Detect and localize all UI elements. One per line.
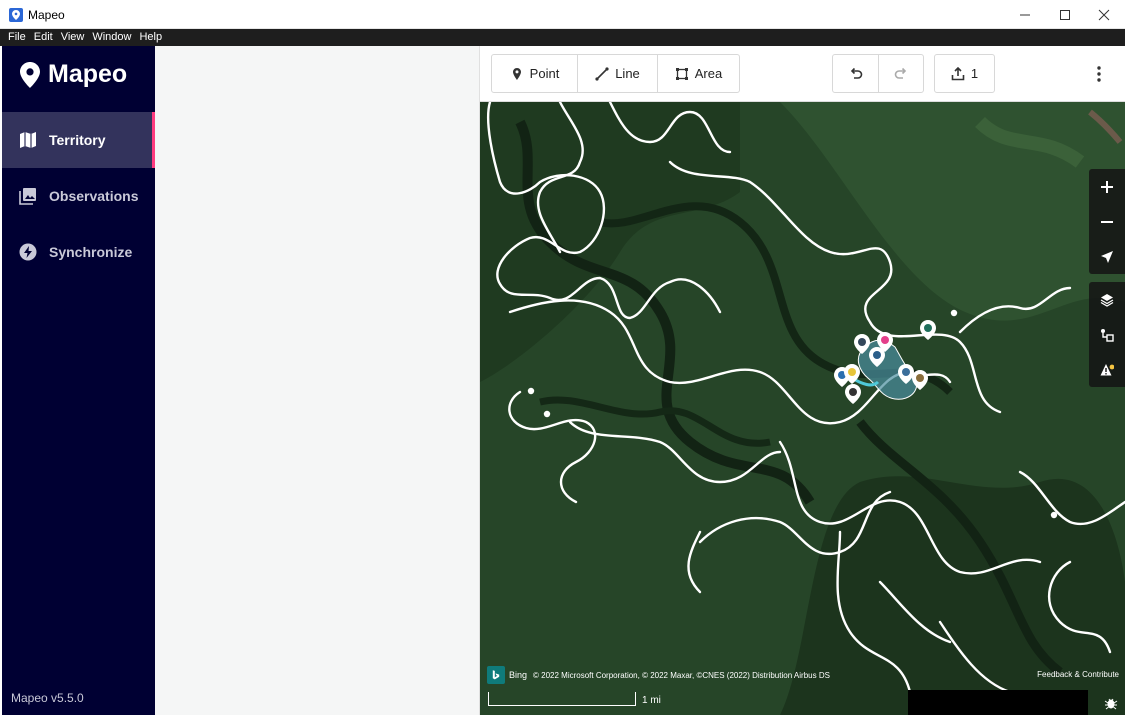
- sidebar-item-synchronize[interactable]: Synchronize: [2, 224, 155, 280]
- bug-icon: [1104, 698, 1118, 709]
- satellite-imagery: [480, 102, 1125, 715]
- window-title: Mapeo: [28, 8, 65, 22]
- layers-button[interactable]: [1089, 282, 1125, 317]
- map-view[interactable]: Bing © 2022 Microsoft Corporation, © 202…: [480, 102, 1125, 715]
- scale-bar: [488, 692, 636, 706]
- menu-view[interactable]: View: [61, 29, 85, 46]
- layer-controls: [1089, 282, 1125, 387]
- map-pin-icon: [20, 61, 40, 88]
- photo-library-icon: [19, 188, 36, 205]
- side-panel: [155, 46, 480, 715]
- map-icon: [20, 132, 36, 148]
- debug-button[interactable]: [1097, 690, 1125, 715]
- menu-window[interactable]: Window: [92, 29, 131, 46]
- sidebar: Mapeo Territory Observations Synchronize…: [2, 46, 155, 715]
- sidebar-item-territory[interactable]: Territory: [2, 112, 155, 168]
- menu-bar: File Edit View Window Help: [0, 29, 1125, 46]
- area-icon: [675, 67, 688, 80]
- undo-redo-group: [832, 54, 924, 93]
- undo-icon: [850, 67, 862, 79]
- zoom-out-button[interactable]: [1089, 204, 1125, 239]
- redo-icon: [894, 67, 907, 79]
- feedback-link[interactable]: Feedback & Contribute: [1037, 670, 1119, 679]
- locate-icon: [1101, 250, 1113, 263]
- map-toolbar: Point Line Area 1: [480, 46, 1125, 102]
- zoom-controls: [1089, 169, 1125, 274]
- zoom-in-icon: [1101, 180, 1113, 193]
- upload-button[interactable]: 1: [935, 55, 994, 92]
- app-version: Mapeo v5.5.0: [11, 691, 84, 705]
- add-area-button[interactable]: Area: [658, 55, 739, 92]
- more-vert-icon: [1097, 66, 1101, 82]
- brand: Mapeo: [20, 60, 127, 89]
- issues-button[interactable]: [1089, 352, 1125, 387]
- upload-icon: [951, 66, 965, 80]
- map-attribution: Bing © 2022 Microsoft Corporation, © 202…: [487, 666, 830, 684]
- redo-button[interactable]: [879, 55, 923, 92]
- locate-button[interactable]: [1089, 239, 1125, 274]
- menu-help[interactable]: Help: [139, 29, 162, 46]
- upload-group: 1: [934, 54, 995, 93]
- attribution-text: © 2022 Microsoft Corporation, © 2022 Max…: [533, 670, 830, 680]
- brand-name: Mapeo: [48, 60, 128, 88]
- add-feature-group: Point Line Area: [491, 54, 740, 93]
- menu-file[interactable]: File: [8, 29, 26, 46]
- sidebar-item-label: Observations: [49, 188, 139, 204]
- add-line-button[interactable]: Line: [578, 55, 658, 92]
- more-options-button[interactable]: [1092, 63, 1106, 85]
- add-point-button[interactable]: Point: [492, 55, 578, 92]
- undo-button[interactable]: [833, 55, 879, 92]
- bolt-icon: [19, 243, 37, 261]
- data-layer-icon: [1101, 328, 1114, 342]
- issues-icon: [1100, 363, 1114, 375]
- line-icon: [595, 66, 609, 81]
- data-layer-button[interactable]: [1089, 317, 1125, 352]
- sidebar-item-label: Synchronize: [49, 244, 133, 260]
- sidebar-item-observations[interactable]: Observations: [2, 168, 155, 224]
- bing-logo-icon: [487, 666, 505, 684]
- zoom-in-button[interactable]: [1089, 169, 1125, 204]
- layers-icon: [1100, 293, 1114, 307]
- point-icon: [512, 67, 521, 80]
- scale-label: 1 mi: [642, 695, 661, 706]
- menu-edit[interactable]: Edit: [34, 29, 53, 46]
- zoom-out-icon: [1101, 220, 1113, 223]
- mapeo-app-icon: [9, 8, 23, 22]
- window-titlebar: Mapeo: [0, 0, 1125, 29]
- bing-label[interactable]: Bing: [509, 670, 527, 680]
- map-footer-strip: [908, 690, 1088, 715]
- close-button[interactable]: [1081, 0, 1125, 29]
- sidebar-item-label: Territory: [49, 132, 106, 148]
